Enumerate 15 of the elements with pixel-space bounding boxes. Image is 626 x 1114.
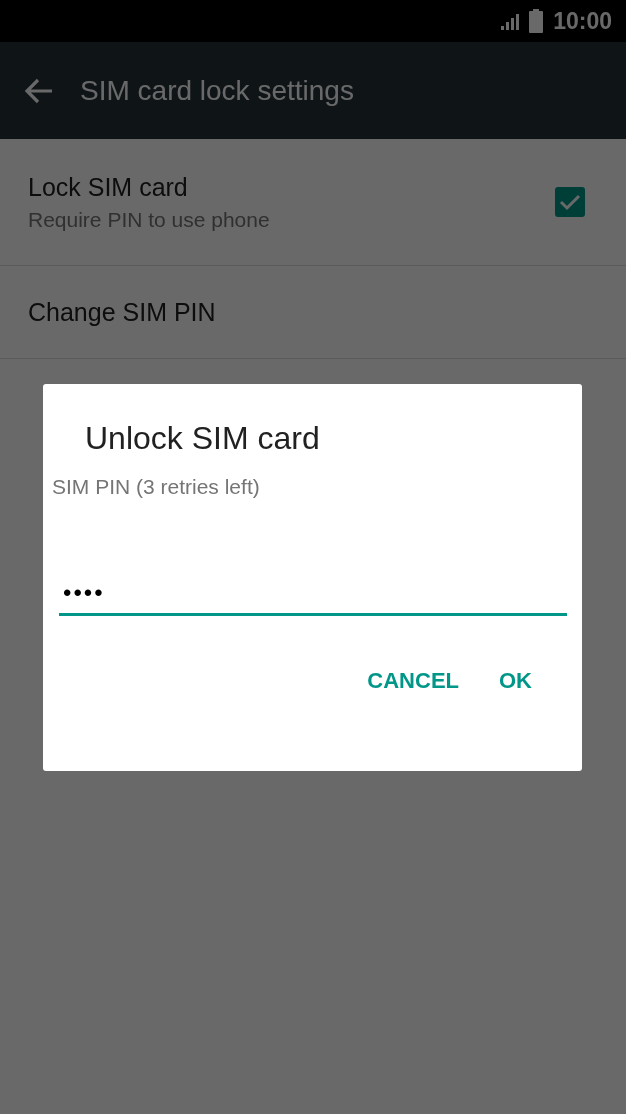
settings-item[interactable]: Lock SIM card Require PIN to use phone bbox=[0, 139, 626, 266]
settings-item[interactable]: Change SIM PIN bbox=[0, 266, 626, 359]
screen-title: SIM card lock settings bbox=[80, 74, 354, 107]
dialog-button[interactable]: CANCEL bbox=[359, 660, 467, 702]
setting-summary: Require PIN to use phone bbox=[28, 207, 270, 232]
dialog-button[interactable]: OK bbox=[491, 660, 540, 702]
checkbox[interactable] bbox=[554, 186, 586, 218]
setting-title: Change SIM PIN bbox=[28, 297, 216, 327]
setting-title: Lock SIM card bbox=[28, 172, 189, 202]
clock: 10:00 bbox=[553, 7, 612, 35]
pin-field[interactable]: •••• bbox=[59, 579, 567, 616]
dialog-message: SIM PIN (3 retries left) bbox=[52, 475, 260, 499]
battery-icon bbox=[529, 9, 544, 33]
back-icon[interactable] bbox=[24, 77, 54, 104]
dialog-title: Unlock SIM card bbox=[85, 420, 320, 457]
